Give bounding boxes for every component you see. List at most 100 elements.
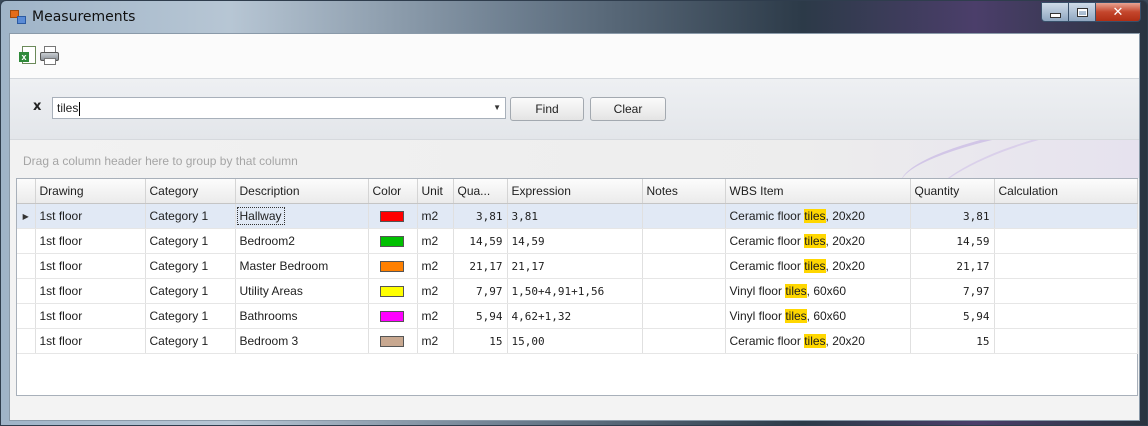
table-row[interactable]: 1st floor Category 1 Master Bedroom m2 21,17… [17,253,1138,279]
cell-category[interactable]: Category 1 [145,278,236,304]
cell-unit[interactable]: m2 [417,203,454,229]
col-header[interactable]: Qua... [453,179,508,204]
cell-qua[interactable]: 3,81 [453,203,508,229]
cell-category[interactable]: Category 1 [145,328,236,354]
table-row[interactable]: 1st floor Category 1 Bathrooms m2 5,94 4,62+1… [17,303,1138,329]
cell-category[interactable]: Category 1 [145,203,236,229]
cell-unit[interactable]: m2 [417,278,454,304]
search-combobox[interactable]: tiles ▼ [52,97,506,119]
cell-drawing[interactable]: 1st floor [35,278,146,304]
cell-expression[interactable]: 21,17 [507,253,643,279]
col-header[interactable]: Unit [417,179,454,204]
cell-quantity[interactable]: 15 [910,328,995,354]
find-button[interactable]: Find [510,97,584,121]
printer-icon[interactable] [40,46,59,65]
cell-unit[interactable]: m2 [417,303,454,329]
cell-unit[interactable]: m2 [417,228,454,254]
cell-description[interactable]: Utility Areas [235,278,369,304]
cell-notes[interactable] [642,203,726,229]
table-row[interactable]: 1st floor Category 1 Utility Areas m2 7,97 1,… [17,278,1138,304]
col-header[interactable]: Calculation [994,179,1138,204]
cell-calculation[interactable] [994,228,1138,254]
cell-wbs-item[interactable]: Ceramic floor tiles, 20x20 [725,253,911,279]
cell-quantity[interactable]: 3,81 [910,203,995,229]
close-find-icon[interactable]: x [33,99,41,114]
row-indicator[interactable] [17,228,36,254]
table-row[interactable]: ▶ 1st floor Category 1 Hallway m2 3,81 3,81 Cer… [17,203,1138,229]
col-header[interactable]: Quantity [910,179,995,204]
cell-expression[interactable]: 14,59 [507,228,643,254]
cell-category[interactable]: Category 1 [145,303,236,329]
cell-wbs-item[interactable]: Ceramic floor tiles, 20x20 [725,328,911,354]
cell-color[interactable] [368,278,418,304]
cell-notes[interactable] [642,278,726,304]
cell-category[interactable]: Category 1 [145,228,236,254]
cell-qua[interactable]: 7,97 [453,278,508,304]
cell-calculation[interactable] [994,328,1138,354]
cell-expression[interactable]: 3,81 [507,203,643,229]
cell-wbs-item[interactable]: Ceramic floor tiles, 20x20 [725,228,911,254]
row-indicator[interactable] [17,253,36,279]
cell-unit[interactable]: m2 [417,253,454,279]
title-bar[interactable]: Measurements ✕ [1,1,1147,33]
cell-expression[interactable]: 4,62+1,32 [507,303,643,329]
col-header[interactable]: Notes [642,179,726,204]
row-indicator[interactable] [17,328,36,354]
col-header[interactable]: Color [368,179,418,204]
cell-description[interactable]: Master Bedroom [235,253,369,279]
cell-unit[interactable]: m2 [417,328,454,354]
cell-drawing[interactable]: 1st floor [35,253,146,279]
row-indicator[interactable] [17,303,36,329]
cell-drawing[interactable]: 1st floor [35,303,146,329]
cell-color[interactable] [368,328,418,354]
clear-button[interactable]: Clear [590,97,666,121]
cell-description[interactable]: Bathrooms [235,303,369,329]
cell-description[interactable]: Hallway [235,203,369,229]
cell-wbs-item[interactable]: Vinyl floor tiles, 60x60 [725,278,911,304]
cell-drawing[interactable]: 1st floor [35,203,146,229]
cell-notes[interactable] [642,328,726,354]
cell-wbs-item[interactable]: Ceramic floor tiles, 20x20 [725,203,911,229]
cell-calculation[interactable] [994,278,1138,304]
cell-color[interactable] [368,303,418,329]
cell-notes[interactable] [642,303,726,329]
cell-calculation[interactable] [994,253,1138,279]
cell-notes[interactable] [642,253,726,279]
cell-expression[interactable]: 1,50+4,91+1,56 [507,278,643,304]
cell-color[interactable] [368,228,418,254]
col-header[interactable]: Description [235,179,369,204]
cell-qua[interactable]: 14,59 [453,228,508,254]
cell-qua[interactable]: 5,94 [453,303,508,329]
cell-qua[interactable]: 21,17 [453,253,508,279]
cell-calculation[interactable] [994,303,1138,329]
close-button[interactable]: ✕ [1095,2,1141,22]
col-header[interactable]: WBS Item [725,179,911,204]
table-row[interactable]: 1st floor Category 1 Bedroom 3 m2 15 15,00 Cer… [17,328,1138,354]
col-header[interactable]: Drawing [35,179,146,204]
cell-quantity[interactable]: 21,17 [910,253,995,279]
cell-quantity[interactable]: 5,94 [910,303,995,329]
cell-category[interactable]: Category 1 [145,253,236,279]
cell-color[interactable] [368,203,418,229]
cell-description[interactable]: Bedroom 3 [235,328,369,354]
cell-drawing[interactable]: 1st floor [35,228,146,254]
cell-quantity[interactable]: 7,97 [910,278,995,304]
cell-description[interactable]: Bedroom2 [235,228,369,254]
excel-export-icon[interactable]: x [19,46,37,64]
cell-color[interactable] [368,253,418,279]
dropdown-arrow-icon[interactable]: ▼ [493,98,501,118]
cell-quantity[interactable]: 14,59 [910,228,995,254]
maximize-button[interactable] [1068,2,1095,22]
cell-drawing[interactable]: 1st floor [35,328,146,354]
row-indicator[interactable]: ▶ [17,203,36,229]
row-indicator[interactable] [17,278,36,304]
table-row[interactable]: 1st floor Category 1 Bedroom2 m2 14,59 14,59 C… [17,228,1138,254]
cell-calculation[interactable] [994,203,1138,229]
col-header[interactable]: Category [145,179,236,204]
cell-expression[interactable]: 15,00 [507,328,643,354]
group-by-panel[interactable]: Drag a column header here to group by th… [10,140,1139,178]
cell-qua[interactable]: 15 [453,328,508,354]
col-header[interactable]: Expression [507,179,643,204]
cell-notes[interactable] [642,228,726,254]
cell-wbs-item[interactable]: Vinyl floor tiles, 60x60 [725,303,911,329]
